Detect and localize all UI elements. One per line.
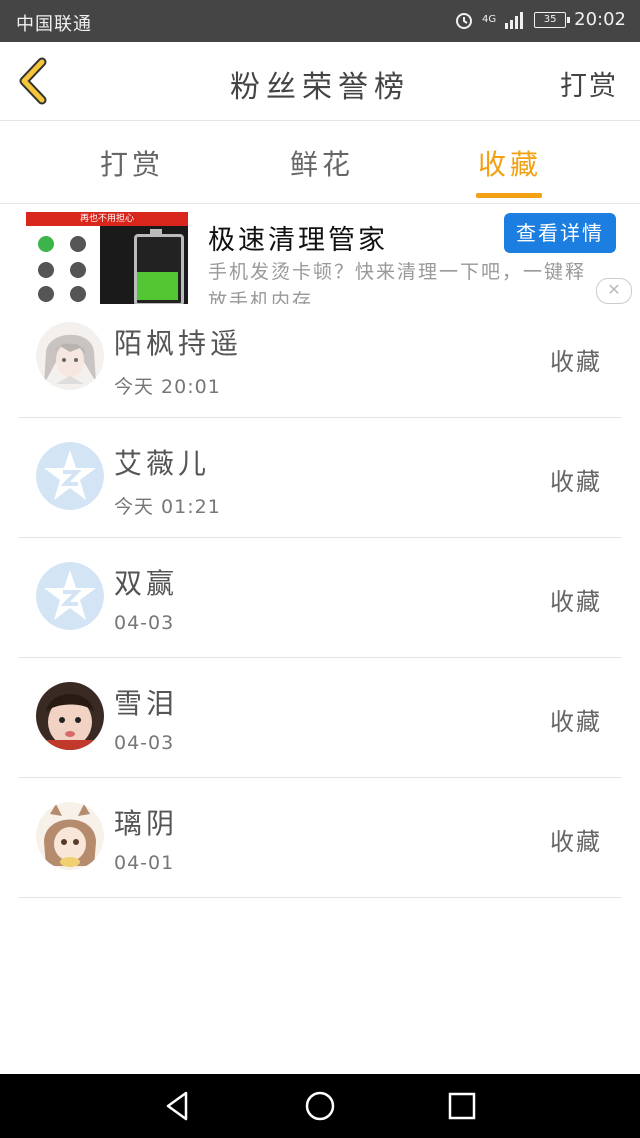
fan-name: 璃阴 — [114, 807, 179, 840]
header: 粉丝荣誉榜 打赏 — [0, 42, 640, 121]
recents-square-icon[interactable] — [444, 1088, 480, 1124]
battery-saver-icon — [38, 236, 54, 252]
default-star-avatar[interactable] — [36, 562, 104, 630]
status-bar: 中国联通 4G 35 20:02 — [0, 0, 640, 42]
fan-time: 04-03 — [114, 612, 175, 634]
fan-name: 双赢 — [114, 567, 179, 600]
ad-title[interactable]: 极速清理管家 — [208, 218, 388, 257]
security-icon — [70, 262, 86, 278]
fan-action: 收藏 — [550, 468, 602, 496]
ad-battery-fill — [137, 272, 178, 300]
list-item[interactable]: 双赢 04-03 收藏 — [0, 538, 640, 658]
list-item[interactable]: 璃阴 04-01 收藏 — [0, 778, 640, 898]
active-tab-indicator — [476, 193, 542, 198]
ad-image[interactable]: 再也不用担心 — [26, 212, 188, 304]
fan-action: 收藏 — [550, 348, 602, 376]
reward-button[interactable]: 打赏 — [560, 64, 618, 103]
ad-banner[interactable]: 再也不用担心 极速清理管家 手机发烫卡顿？快来清理一下吧，一键释放手机内存 查看… — [0, 204, 640, 304]
ad-image-caption: 再也不用担心 — [26, 212, 188, 226]
network-type: 4G — [482, 13, 497, 25]
back-triangle-icon[interactable] — [160, 1088, 196, 1124]
child-photo-avatar[interactable] — [36, 682, 104, 750]
home-circle-icon[interactable] — [302, 1088, 338, 1124]
anime-hooded-avatar[interactable] — [36, 802, 104, 870]
fan-action: 收藏 — [550, 708, 602, 736]
list-item[interactable]: 雪泪 04-03 收藏 — [0, 658, 640, 778]
fan-name: 陌枫持遥 — [114, 327, 243, 360]
tab-bar: 打赏 鲜花 收藏 — [0, 121, 640, 204]
fan-time: 今天 01:21 — [114, 496, 221, 518]
anime-portrait-avatar[interactable] — [36, 322, 104, 390]
ad-image-icons — [26, 226, 100, 304]
smart-clean-icon — [70, 236, 86, 252]
signal-icon — [505, 11, 524, 29]
fan-action: 收藏 — [550, 588, 602, 616]
list-item[interactable]: 艾薇儿 今天 01:21 收藏 — [0, 418, 640, 538]
fan-time: 04-03 — [114, 732, 175, 754]
temperature-icon — [38, 262, 54, 278]
status-icons: 4G 35 20:02 — [454, 9, 626, 30]
battery-icon: 35 — [534, 11, 571, 28]
fan-name: 雪泪 — [114, 687, 179, 720]
tab-reward[interactable]: 打赏 — [100, 143, 164, 183]
clock: 20:02 — [574, 9, 626, 30]
fan-time: 04-01 — [114, 852, 175, 874]
default-star-avatar[interactable] — [36, 442, 104, 510]
ad-details-button[interactable]: 查看详情 — [504, 213, 616, 253]
tab-favorites[interactable]: 收藏 — [478, 143, 542, 183]
tab-flowers[interactable]: 鲜花 — [290, 143, 354, 183]
fan-time: 今天 20:01 — [114, 376, 221, 398]
page-title: 粉丝荣誉榜 — [230, 70, 410, 105]
row-divider — [18, 897, 622, 898]
fan-action: 收藏 — [550, 828, 602, 856]
alarm-icon — [456, 12, 472, 29]
carrier-label: 中国联通 — [16, 14, 92, 35]
fan-list: 陌枫持遥 今天 20:01 收藏 艾薇儿 今天 01:21 收藏 双赢 04-0… — [0, 298, 640, 898]
list-item[interactable]: 陌枫持遥 今天 20:01 收藏 — [0, 298, 640, 418]
fan-name: 艾薇儿 — [114, 447, 211, 480]
system-nav-bar — [0, 1074, 640, 1138]
